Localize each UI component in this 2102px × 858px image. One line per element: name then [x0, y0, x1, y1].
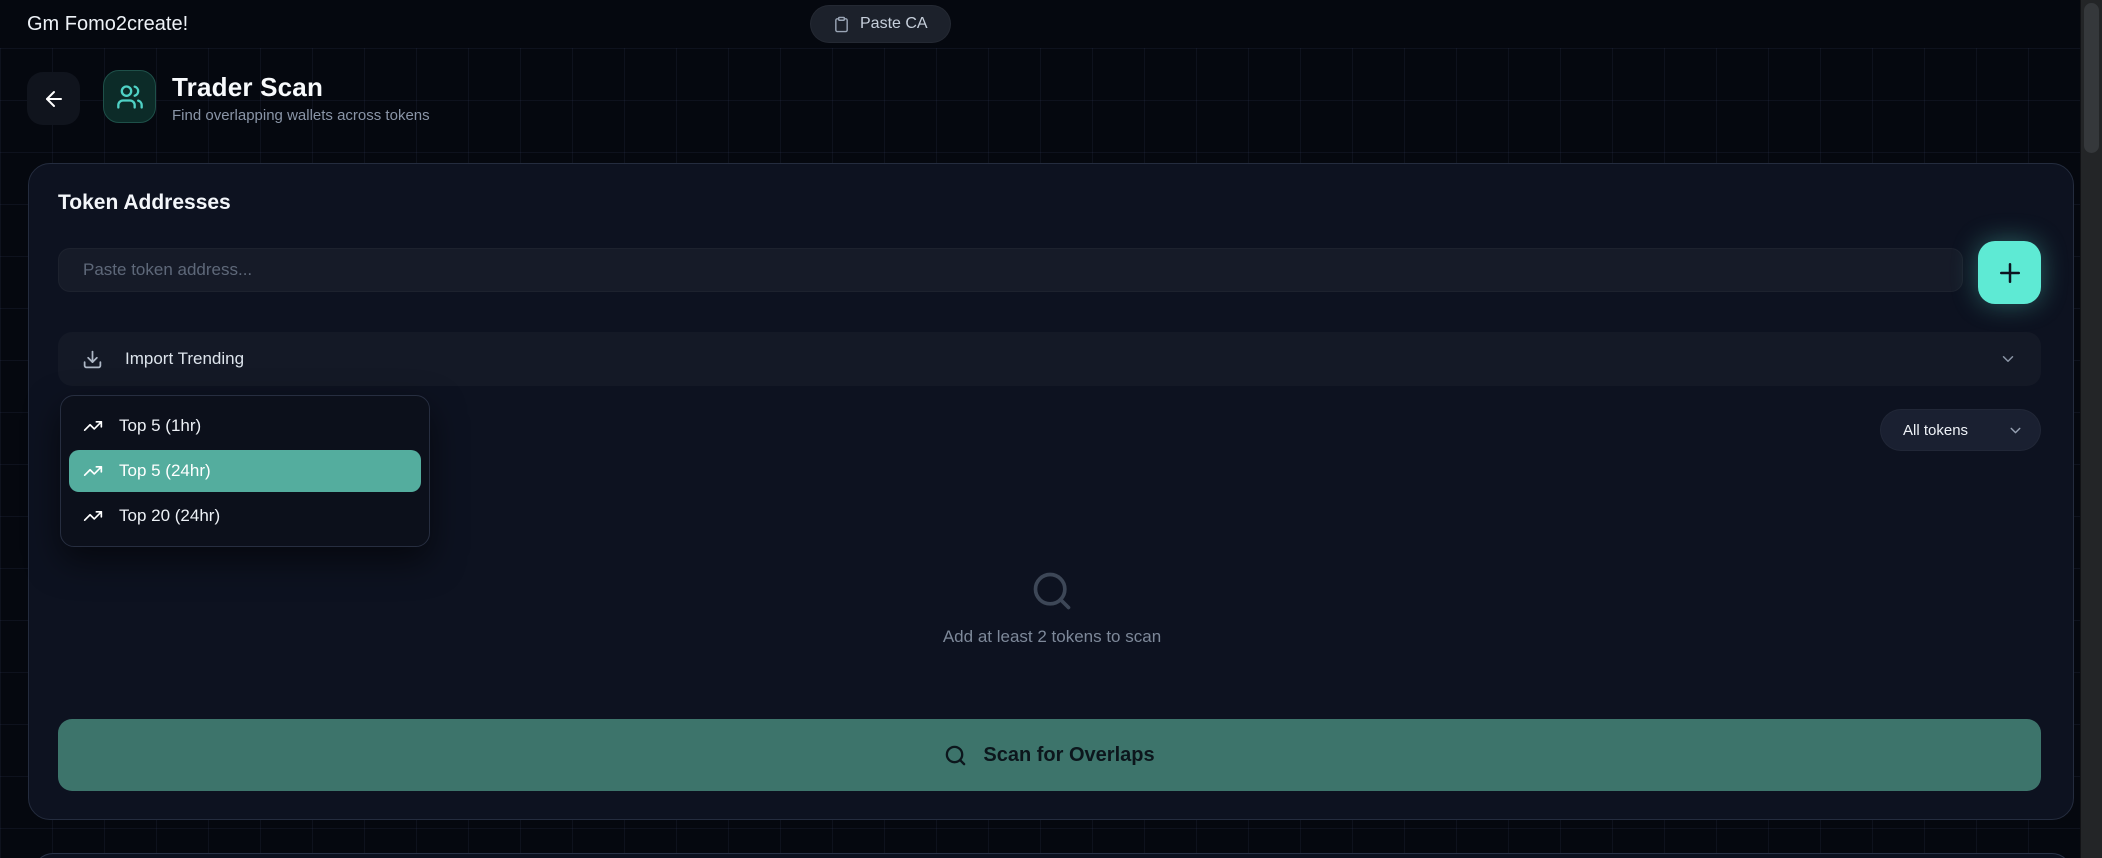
trending-option-label: Top 5 (24hr) [119, 461, 211, 480]
trending-menu: Top 5 (1hr) Top 5 (24hr) Top 20 (24hr) [60, 395, 430, 547]
scan-for-overlaps-button[interactable]: Scan for Overlaps [58, 719, 2041, 791]
download-icon [82, 349, 103, 370]
token-filter-value: All tokens [1903, 421, 1969, 439]
trending-option-top20-24hr[interactable]: Top 20 (24hr) [69, 495, 421, 537]
trending-option-top5-24hr[interactable]: Top 5 (24hr) [69, 450, 421, 492]
users-icon [116, 83, 144, 111]
empty-state-text: Add at least 2 tokens to scan [942, 627, 1162, 646]
trending-option-label: Top 5 (1hr) [119, 416, 202, 435]
trending-option-label: Top 20 (24hr) [119, 506, 221, 525]
arrow-left-icon [42, 87, 66, 111]
paste-ca-label: Paste CA [860, 15, 928, 32]
scrollbar-track[interactable] [2080, 0, 2102, 858]
search-icon [944, 744, 967, 767]
trending-option-top5-1hr[interactable]: Top 5 (1hr) [69, 405, 421, 447]
search-icon [1030, 569, 1074, 613]
paste-ca-button[interactable]: Paste CA [810, 5, 951, 43]
next-section-card [33, 853, 2072, 858]
token-addresses-card: Token Addresses Import Trending [28, 163, 2074, 820]
clipboard-icon [833, 16, 850, 33]
add-token-button[interactable] [1978, 241, 2041, 304]
trending-up-icon [83, 461, 103, 481]
trending-up-icon [83, 506, 103, 526]
chevron-down-icon [1999, 350, 2017, 368]
trending-up-icon [83, 416, 103, 436]
greeting-text: Gm Fomo2create! [27, 13, 189, 35]
top-bar: Gm Fomo2create! Paste CA [0, 0, 2080, 48]
chevron-down-icon [2007, 422, 2024, 439]
token-filter-select[interactable]: All tokens [1880, 409, 2041, 451]
page-subtitle: Find overlapping wallets across tokens [172, 107, 430, 124]
token-address-input[interactable] [58, 248, 1963, 292]
scrollbar-thumb[interactable] [2084, 3, 2099, 153]
import-trending-toggle[interactable]: Import Trending [58, 332, 2041, 386]
plus-icon [1995, 258, 2025, 288]
import-trending-label: Import Trending [125, 349, 245, 368]
card-heading: Token Addresses [58, 191, 231, 214]
back-button[interactable] [27, 72, 80, 125]
scan-button-label: Scan for Overlaps [983, 743, 1155, 766]
page-title: Trader Scan [172, 72, 324, 102]
trader-scan-tile [103, 70, 156, 123]
empty-state: Add at least 2 tokens to scan [29, 569, 2075, 647]
